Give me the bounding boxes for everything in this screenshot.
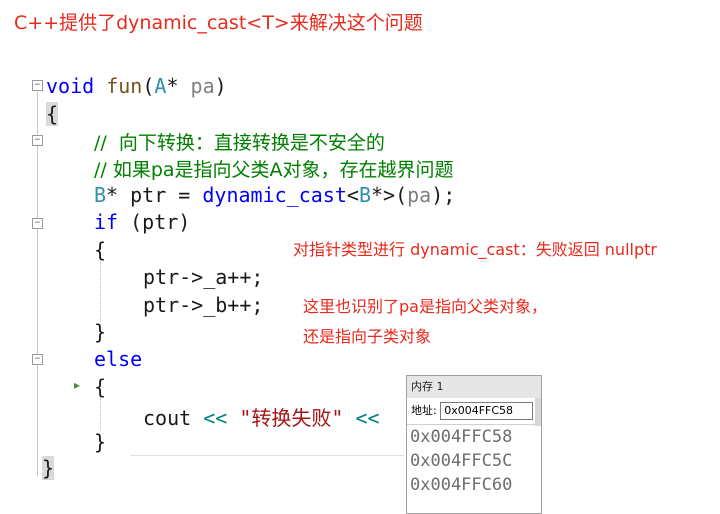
string-literal: "转换失败" [239,406,344,430]
fold-toggle-if[interactable]: − [32,218,43,229]
address-input[interactable]: 0x004FFC58 [440,402,534,420]
indent-guide-else-block [100,398,101,430]
slide-title: C++提供了dynamic_cast<T>来解决这个问题 [14,12,423,34]
code-line-if-open-brace[interactable]: { [94,238,106,262]
code-line-else[interactable]: else [94,347,142,371]
code-line-cout[interactable]: cout << "转换失败" << [143,402,380,431]
stream-op-2: << [343,406,380,430]
open-brace: { [46,102,59,126]
close-brace: } [42,456,55,480]
param-name: pa [407,183,432,207]
keyword-void: void [46,74,95,98]
pointer-star: * [106,183,131,207]
fold-toggle-else[interactable]: − [32,354,43,365]
current-line-marker [130,455,404,456]
annotation-identify-2: 还是指向子类对象 [303,327,432,346]
memory-row[interactable]: 0x004FFC58 [407,425,541,449]
memory-scrollbar[interactable] [535,398,541,426]
angle-close: > [383,183,396,207]
fold-toggle-comment[interactable]: − [32,135,43,146]
paren-open: ( [142,74,155,98]
cout-identifier: cout [143,406,192,430]
code-line-2[interactable]: { [46,102,59,126]
type-name: A [154,74,167,98]
code-line-if-close-brace[interactable]: } [94,320,106,344]
pointer-star: * [166,74,191,98]
code-line-function-close-brace[interactable]: } [42,456,55,480]
fold-toggle-function[interactable]: − [32,80,43,91]
collapsed-arrow-icon[interactable]: ▸ [74,378,80,392]
function-name: fun [106,74,143,98]
code-line-else-open-brace[interactable]: { [94,375,106,399]
code-line-1[interactable]: void fun(A* pa) [46,74,227,98]
memory-window[interactable]: 内存 1 地址: 0x004FFC58 0x004FFC58 0x004FFC5… [406,375,542,514]
code-line-comment-1[interactable]: // 向下转换：直接转换是不安全的 [94,128,385,155]
indent-guide-if-block [100,262,101,322]
fold-guide-function [37,92,38,476]
paren-open: ( [395,183,408,207]
if-condition: (ptr) [118,210,191,234]
annotation-identify-1: 这里也识别了pa是指向父类对象， [303,297,547,316]
address-label: 地址: [411,404,437,417]
annotation-nullptr: 对指针类型进行 dynamic_cast：失败返回 nullptr [293,240,657,259]
paren-close: ); [431,183,456,207]
code-line-cast[interactable]: B* ptr = dynamic_cast<B*>(pa); [94,183,455,207]
assign-op: = [166,183,203,207]
type-name: B [94,183,107,207]
memory-row[interactable]: 0x004FFC60 [407,473,541,497]
code-line-inc-a[interactable]: ptr->_a++; [143,265,263,289]
type-name-2: B [358,183,371,207]
variable-name: ptr [130,183,167,207]
keyword-dynamic-cast: dynamic_cast [202,183,347,207]
code-line-else-close-brace[interactable]: } [94,430,106,454]
keyword-if: if [94,210,119,234]
memory-row[interactable]: 0x004FFC5C [407,449,541,473]
memory-address-bar: 地址: 0x004FFC58 [407,398,541,425]
angle-open: < [346,183,359,207]
param-name: pa [190,74,215,98]
pointer-star-2: * [370,183,384,207]
code-line-inc-b[interactable]: ptr->_b++; [143,293,263,317]
memory-window-title[interactable]: 内存 1 [407,376,541,398]
code-line-comment-2[interactable]: // 如果pa是指向父类A对象，存在越界问题 [94,155,454,182]
stream-op: << [191,406,240,430]
paren-close: ) [214,74,227,98]
code-line-if[interactable]: if (ptr) [94,210,190,234]
